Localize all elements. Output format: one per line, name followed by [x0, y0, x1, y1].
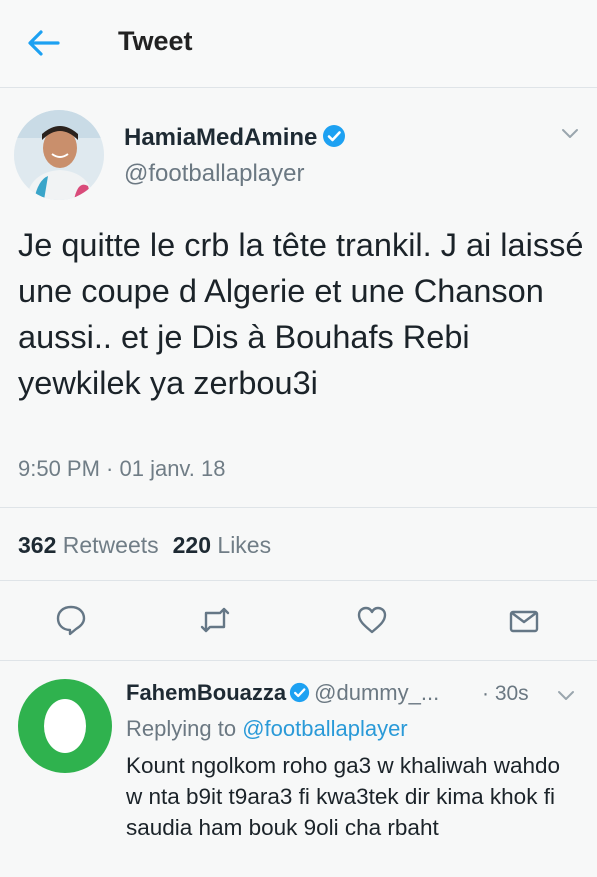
likes-stat[interactable]: 220 Likes: [173, 532, 271, 558]
replying-to-prefix: Replying to: [126, 716, 237, 741]
divider: [0, 507, 597, 508]
like-icon[interactable]: [355, 603, 389, 637]
author-handle[interactable]: @footballaplayer: [124, 160, 304, 188]
divider: [0, 660, 597, 661]
likes-label: Likes: [217, 532, 272, 558]
retweets-stat[interactable]: 362 Retweets: [18, 532, 159, 558]
chevron-down-icon[interactable]: [560, 126, 580, 140]
replying-to: Replying to @footballaplayer: [126, 716, 408, 742]
tweet-stats: 362 Retweets 220 Likes: [18, 532, 271, 559]
arrow-left-icon[interactable]: [26, 28, 60, 58]
reply-text: Kount ngolkom roho ga3 w khaliwah wahdo …: [126, 753, 561, 840]
tweet-timestamp: 9:50 PM · 01 janv. 18: [18, 456, 226, 481]
verified-badge-icon: [323, 125, 346, 147]
likes-count: 220: [172, 532, 212, 558]
reply-timestamp: · 30s: [482, 682, 529, 705]
author-avatar[interactable]: [14, 110, 104, 200]
author-name-text: HamiaMedAmine: [124, 124, 318, 151]
reply-author-name: FahemBouazza: [126, 680, 287, 705]
tweet-text: Je quitte le crb la tête trankil. J ai l…: [18, 227, 584, 401]
avatar-photo: [14, 110, 104, 200]
replying-to-link[interactable]: @footballaplayer: [242, 716, 407, 741]
author-name[interactable]: HamiaMedAmine: [124, 124, 346, 152]
page-title: Tweet: [118, 26, 193, 56]
reply-author-handle: @dummy_...: [314, 680, 440, 705]
retweet-icon[interactable]: [198, 603, 232, 637]
reply-author[interactable]: FahemBouazza @dummy_...: [126, 680, 439, 706]
reply-author-avatar[interactable]: [18, 679, 112, 773]
verified-badge-icon: [290, 682, 310, 703]
reply-icon[interactable]: [54, 603, 88, 637]
top-bar: Tweet: [0, 0, 597, 88]
chevron-down-icon[interactable]: [556, 688, 576, 702]
share-icon[interactable]: [507, 603, 541, 637]
retweets-count: 362: [18, 532, 57, 558]
divider: [0, 580, 597, 581]
retweets-label: Retweets: [62, 532, 159, 558]
